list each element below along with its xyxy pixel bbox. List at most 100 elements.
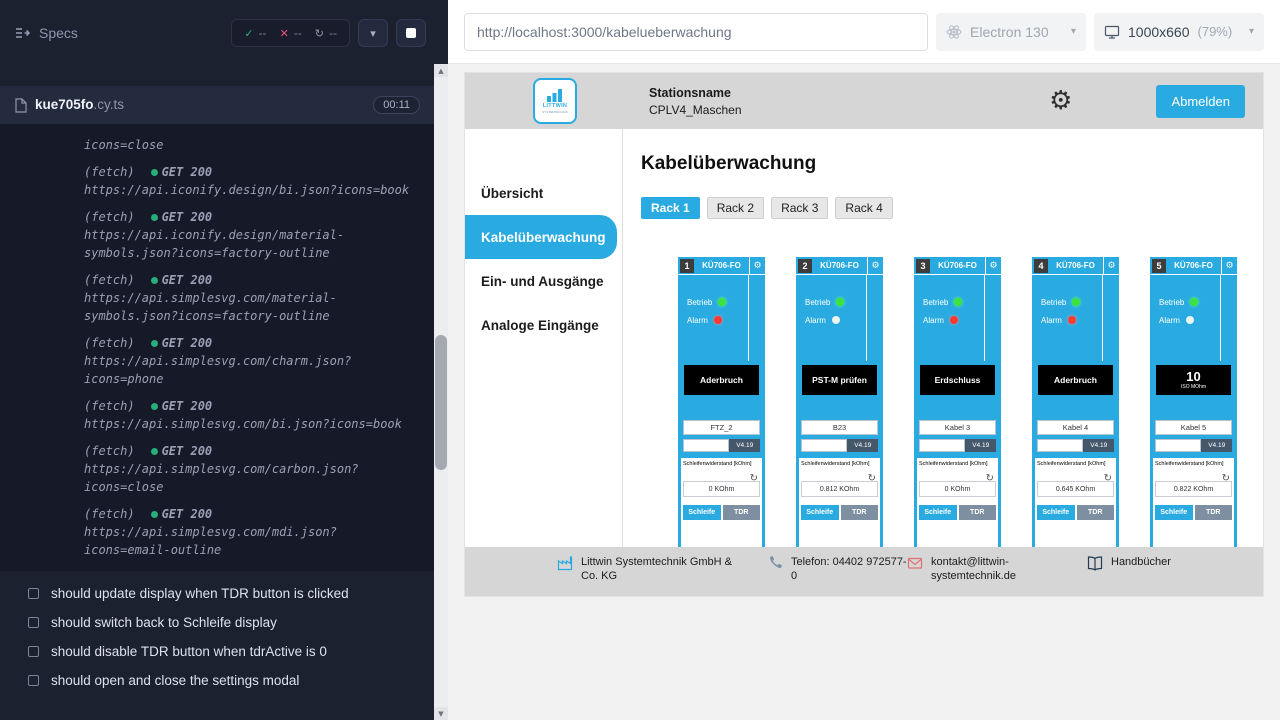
rack-tab[interactable]: Rack 3	[771, 197, 828, 219]
collapse-button[interactable]: ▾	[358, 19, 388, 47]
schleife-button[interactable]: Schleife	[1037, 505, 1075, 520]
viewport-size: 1000x660	[1128, 24, 1190, 40]
app-under-test: LITTWIN SYSTEMTECHNIK Stationsname CPLV4…	[464, 72, 1264, 597]
footer-manuals[interactable]: Handbücher	[1087, 555, 1171, 571]
status-dot-icon	[151, 340, 158, 347]
firmware-version: V4.19	[847, 439, 878, 452]
spec-ext: .cy.ts	[94, 97, 125, 112]
betrieb-label: Betrieb	[923, 298, 948, 307]
browser-label: Electron 130	[970, 24, 1049, 40]
browser-select[interactable]: Electron 130 ▾	[936, 13, 1086, 51]
status-dot-icon	[151, 403, 158, 410]
scrollbar[interactable]: ▲ ▼	[434, 64, 448, 720]
refresh-icon: ↻	[315, 27, 324, 40]
schleife-button[interactable]: Schleife	[683, 505, 721, 520]
schleife-button[interactable]: Schleife	[919, 505, 957, 520]
refresh-icon[interactable]: ↻	[750, 473, 758, 484]
failed-count: ✕--	[280, 26, 302, 40]
card-gear-icon[interactable]: ⚙	[1103, 257, 1119, 275]
status-text: Aderbruch	[700, 375, 743, 385]
alarm-label: Alarm	[805, 316, 826, 325]
log-entry[interactable]: (fetch) GET 200 https://api.simplesvg.co…	[84, 505, 420, 559]
nav-item[interactable]: Kabelüberwachung	[465, 215, 617, 259]
measurement-panel: Schleifenwiderstand [kOhm] ↻ 0.645 KOhm …	[1035, 458, 1116, 547]
test-item[interactable]: should update display when TDR button is…	[0, 579, 434, 608]
status-display: 10 ISO MOhm	[1156, 365, 1231, 395]
tdr-button[interactable]: TDR	[723, 505, 761, 520]
rack-tab[interactable]: Rack 2	[707, 197, 764, 219]
card-gear-icon[interactable]: ⚙	[985, 257, 1001, 275]
logout-button[interactable]: Abmelden	[1156, 85, 1245, 118]
log-entry[interactable]: (fetch) GET 200 https://api.simplesvg.co…	[84, 334, 420, 388]
card-header: 2 KÜ706-FO ⚙	[796, 257, 883, 275]
refresh-icon[interactable]: ↻	[868, 473, 876, 484]
rack-tab[interactable]: Rack 4	[835, 197, 892, 219]
blank-field	[919, 439, 965, 452]
viewport-select[interactable]: 1000x660 (79%) ▾	[1094, 13, 1264, 51]
url-input[interactable]: http://localhost:3000/kabelueberwachung	[464, 13, 928, 51]
chevron-down-icon: ▾	[1071, 26, 1076, 37]
cable-name-field[interactable]: FTZ_2	[683, 420, 760, 435]
cable-name-field[interactable]: Kabel 3	[919, 420, 996, 435]
cable-name-field[interactable]: Kabel 5	[1155, 420, 1232, 435]
nav-label: Kabelüberwachung	[481, 230, 606, 245]
card-divider	[1220, 275, 1221, 361]
app-body: Übersicht Kabelüberwachung Ein- und Ausg…	[465, 129, 1263, 547]
log-entry[interactable]: (fetch) GET 200 https://api.simplesvg.co…	[84, 397, 420, 433]
spec-timer: 00:11	[373, 96, 420, 114]
rack-tab[interactable]: Rack 1	[641, 197, 700, 219]
firmware-version: V4.19	[729, 439, 760, 452]
card-header: 5 KÜ706-FO ⚙	[1150, 257, 1237, 275]
cable-name-field[interactable]: Kabel 4	[1037, 420, 1114, 435]
stop-button[interactable]	[396, 19, 426, 47]
schleife-button[interactable]: Schleife	[801, 505, 839, 520]
app-header: LITTWIN SYSTEMTECHNIK Stationsname CPLV4…	[465, 73, 1263, 129]
betrieb-label: Betrieb	[805, 298, 830, 307]
nav-label: Analoge Eingänge	[481, 318, 599, 333]
device-title: KÜ706-FO	[1166, 261, 1221, 270]
schleife-button[interactable]: Schleife	[1155, 505, 1193, 520]
test-list: should update display when TDR button is…	[0, 571, 434, 695]
card-gear-icon[interactable]: ⚙	[749, 257, 765, 275]
specs-label: Specs	[39, 25, 78, 41]
fetch-label: (fetch)	[84, 273, 135, 287]
blank-field	[801, 439, 847, 452]
tdr-button[interactable]: TDR	[1077, 505, 1115, 520]
led-section: Betrieb Alarm	[796, 275, 883, 325]
test-item[interactable]: should open and close the settings modal	[0, 666, 434, 695]
specs-menu[interactable]: Specs	[14, 25, 78, 41]
slot-number: 2	[798, 259, 812, 273]
status-text: Erdschluss	[935, 375, 981, 385]
settings-gear-icon[interactable]: ⚙	[1049, 88, 1072, 114]
spec-name: kue705fo	[35, 97, 94, 112]
stop-icon	[406, 28, 416, 38]
tdr-button[interactable]: TDR	[959, 505, 997, 520]
resistance-value: 0.812 KOhm	[801, 481, 878, 497]
test-item[interactable]: should switch back to Schleife display	[0, 608, 434, 637]
refresh-icon[interactable]: ↻	[1104, 473, 1112, 484]
card-gear-icon[interactable]: ⚙	[867, 257, 883, 275]
log-entry[interactable]: (fetch) GET 200 https://api.iconify.desi…	[84, 208, 420, 262]
scroll-thumb[interactable]	[435, 335, 447, 470]
log-url-continued[interactable]: icons=close	[84, 136, 420, 154]
email-address[interactable]: kontakt@littwin-systemtechnik.de	[931, 555, 1031, 583]
resistance-value: 0 KOhm	[919, 481, 996, 497]
card-gear-icon[interactable]: ⚙	[1221, 257, 1237, 275]
scroll-down-button[interactable]: ▼	[434, 707, 448, 720]
refresh-icon[interactable]: ↻	[986, 473, 994, 484]
spec-header[interactable]: kue705fo.cy.ts 00:11	[0, 86, 434, 124]
log-entry[interactable]: (fetch) GET 200 https://api.simplesvg.co…	[84, 271, 420, 325]
log-entry[interactable]: (fetch) GET 200 https://api.simplesvg.co…	[84, 442, 420, 496]
cable-name-field[interactable]: B23	[801, 420, 878, 435]
refresh-icon[interactable]: ↻	[1222, 473, 1230, 484]
log-entry[interactable]: (fetch) GET 200 https://api.iconify.desi…	[84, 163, 420, 199]
nav-item[interactable]: Ein- und Ausgänge	[465, 259, 622, 303]
nav-item[interactable]: Übersicht	[465, 171, 622, 215]
scroll-up-button[interactable]: ▲	[434, 64, 448, 77]
test-item[interactable]: should disable TDR button when tdrActive…	[0, 637, 434, 666]
tdr-button[interactable]: TDR	[841, 505, 879, 520]
nav-item[interactable]: Analoge Eingänge	[465, 303, 622, 347]
run-controls: ✓-- ✕-- ↻-- ▾	[231, 19, 426, 47]
page-title: Kabelüberwachung	[641, 153, 1263, 175]
tdr-button[interactable]: TDR	[1195, 505, 1233, 520]
